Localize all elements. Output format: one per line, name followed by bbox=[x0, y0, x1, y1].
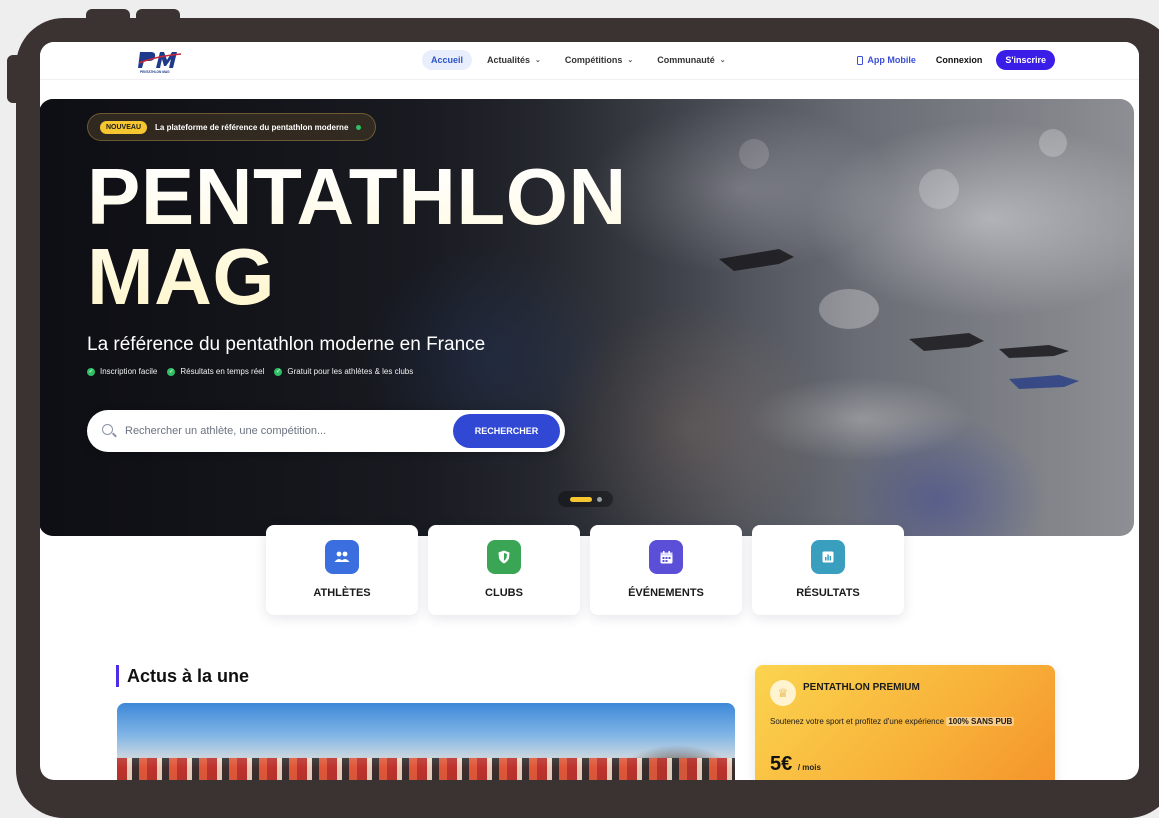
nav-actualites[interactable]: Actualités ⌄ bbox=[478, 50, 550, 70]
premium-description: Soutenez votre sport et profitez d'une e… bbox=[770, 716, 1040, 728]
quick-link-label: ÉVÉNEMENTS bbox=[628, 587, 704, 599]
users-icon bbox=[325, 540, 359, 574]
app-mobile-link[interactable]: App Mobile bbox=[851, 50, 922, 70]
header-actions: App Mobile Connexion S'inscrire bbox=[851, 50, 1055, 70]
quick-link-events[interactable]: ÉVÉNEMENTS bbox=[590, 525, 742, 615]
live-dot-icon bbox=[356, 124, 362, 130]
premium-price: 5€ / mois bbox=[770, 753, 821, 776]
check-icon: ✓ bbox=[167, 367, 176, 376]
phone-icon bbox=[857, 55, 864, 65]
premium-card[interactable]: ♕ PENTATHLON PREMIUM Soutenez votre spor… bbox=[755, 665, 1055, 780]
chevron-down-icon: ⌄ bbox=[627, 57, 634, 64]
nav-label: Compétitions bbox=[564, 55, 623, 65]
chevron-down-icon: ⌄ bbox=[719, 57, 726, 64]
search-bar: RECHERCHER bbox=[87, 410, 565, 452]
nav-communaute[interactable]: Communauté ⌄ bbox=[648, 50, 734, 70]
quick-link-results[interactable]: RÉSULTATS bbox=[752, 525, 904, 615]
calendar-icon bbox=[649, 540, 683, 574]
feature-label: Gratuit pour les athlètes & les clubs bbox=[287, 367, 414, 376]
main-nav: Accueil Actualités ⌄ Compétitions ⌄ Commun… bbox=[422, 50, 735, 70]
power-button bbox=[7, 55, 23, 103]
app-mobile-label: App Mobile bbox=[867, 55, 916, 65]
signup-button[interactable]: S'inscrire bbox=[996, 50, 1055, 70]
premium-desc-strong: 100% SANS PUB bbox=[946, 717, 1015, 726]
hero-title-line2: MAG bbox=[87, 232, 276, 321]
featured-news-image[interactable] bbox=[117, 703, 735, 780]
logo-caption: PENTATHLON MAG bbox=[140, 70, 170, 74]
feature-item: ✓ Inscription facile bbox=[87, 367, 157, 376]
quick-link-label: RÉSULTATS bbox=[796, 587, 860, 599]
chevron-down-icon: ⌄ bbox=[535, 57, 541, 64]
premium-desc-text: Soutenez votre sport et profitez d'une e… bbox=[770, 717, 945, 726]
nav-label: Actualités bbox=[487, 55, 531, 65]
nav-label: Accueil bbox=[431, 55, 464, 65]
nav-competitions[interactable]: Compétitions ⌄ bbox=[556, 50, 642, 70]
chart-icon bbox=[811, 540, 845, 574]
hero-title-line1: PENTATHLON bbox=[87, 152, 627, 241]
quick-link-athletes[interactable]: ATHLÈTES bbox=[266, 525, 418, 615]
feature-item: ✓ Gratuit pour les athlètes & les clubs bbox=[274, 367, 413, 376]
carousel-dot-active[interactable] bbox=[569, 496, 592, 502]
check-icon: ✓ bbox=[274, 367, 283, 376]
search-input[interactable] bbox=[125, 420, 445, 442]
search-button[interactable]: RECHERCHER bbox=[453, 414, 560, 448]
login-link[interactable]: Connexion bbox=[930, 50, 989, 70]
new-badge: NOUVEAU bbox=[100, 120, 148, 134]
quick-link-clubs[interactable]: CLUBS bbox=[428, 525, 580, 615]
pentathlon-mag-logo[interactable]: PENTATHLON MAG bbox=[137, 48, 183, 74]
search-icon bbox=[102, 424, 113, 435]
crown-icon: ♕ bbox=[770, 680, 796, 706]
news-photo-crowd bbox=[117, 758, 735, 780]
premium-title: PENTATHLON PREMIUM bbox=[803, 682, 920, 693]
nav-label: Communauté bbox=[657, 55, 715, 65]
check-icon: ✓ bbox=[87, 367, 95, 376]
quick-link-label: ATHLÈTES bbox=[313, 587, 371, 599]
section-title-news: Actus à la une bbox=[116, 665, 249, 687]
feature-label: Inscription facile bbox=[100, 367, 158, 376]
carousel-indicator bbox=[558, 491, 613, 507]
hero-title: PENTATHLON MAG bbox=[87, 157, 627, 317]
price-period: / mois bbox=[797, 763, 821, 772]
quick-link-label: CLUBS bbox=[485, 587, 523, 599]
feature-label: Résultats en temps réel bbox=[180, 367, 265, 376]
announcement-badge[interactable]: NOUVEAU La plateforme de référence du pe… bbox=[87, 113, 377, 141]
top-navbar: PENTATHLON MAG Accueil Actualités ⌄ Compé… bbox=[40, 42, 1139, 80]
hero-banner: NOUVEAU La plateforme de référence du pe… bbox=[40, 99, 1134, 536]
nav-accueil[interactable]: Accueil bbox=[422, 50, 473, 70]
hero-subtitle: La référence du pentathlon moderne en Fr… bbox=[87, 334, 486, 355]
tablet-screen: PENTATHLON MAG Accueil Actualités ⌄ Compé… bbox=[40, 42, 1139, 780]
badge-text: La plateforme de référence du pentathlon… bbox=[155, 122, 349, 132]
shield-icon bbox=[487, 540, 521, 574]
price-value: 5€ bbox=[770, 753, 793, 775]
feature-item: ✓ Résultats en temps réel bbox=[167, 367, 264, 376]
feature-list: ✓ Inscription facile ✓ Résultats en temps … bbox=[87, 367, 413, 376]
carousel-dot[interactable] bbox=[596, 496, 602, 502]
